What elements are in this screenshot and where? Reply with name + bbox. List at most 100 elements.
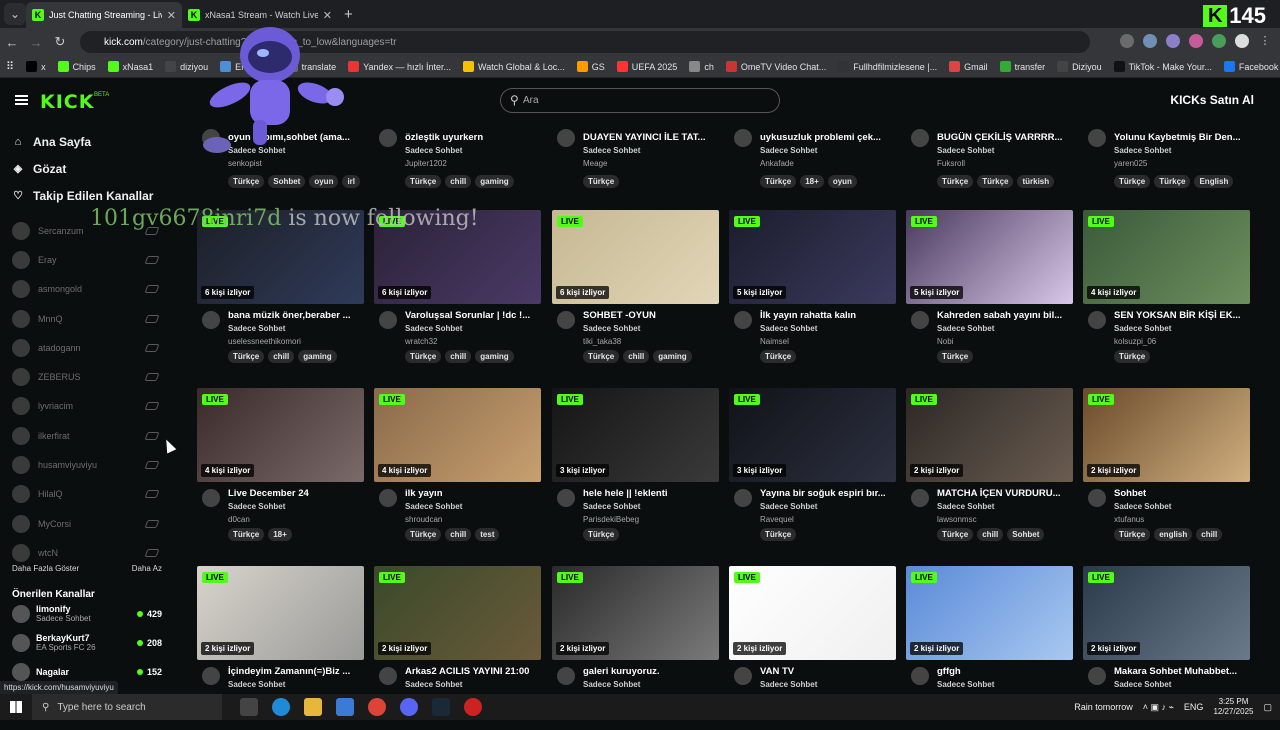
stream-thumbnail[interactable]: LIVE 2 kişi izliyor [374, 566, 541, 660]
stream-card[interactable]: DUAYEN YAYINCI İLE TAT... Sadece Sohbet Me… [552, 122, 719, 192]
tag-chip[interactable]: gaming [475, 350, 514, 363]
language-indicator[interactable]: ENG [1184, 702, 1204, 712]
stream-category[interactable]: Sadece Sohbet [405, 502, 462, 511]
stream-category[interactable]: Sadece Sohbet [937, 146, 994, 155]
streamer-name[interactable]: Ankafade [760, 159, 794, 168]
tag-chip[interactable]: test [475, 528, 500, 541]
url-field[interactable]: kick.com/category/just-chatting?s=...w_h… [80, 31, 1090, 53]
tag-chip[interactable]: gaming [475, 175, 514, 188]
stream-card[interactable]: LIVE 4 kişi izliyor SEN YOKSAN BİR KİŞİ EK… [1083, 210, 1250, 374]
streamer-avatar[interactable] [911, 667, 929, 685]
stream-category[interactable]: Sadece Sohbet [1114, 324, 1171, 333]
followed-channel[interactable]: ZEBERUS [0, 362, 178, 391]
bookmark-item[interactable]: translate [286, 61, 336, 72]
tag-chip[interactable]: english [1154, 528, 1193, 541]
sidebar-nav-item[interactable]: ♡ Takip Edilen Kanallar [0, 182, 178, 209]
streamer-name[interactable]: Ravequel [760, 515, 794, 524]
stream-card[interactable]: uykusuzluk problemi çek... Sadece Sohbet A… [729, 122, 896, 192]
menu-icon[interactable] [15, 95, 28, 105]
stream-title[interactable]: gffgh [937, 666, 1073, 677]
streamer-avatar[interactable] [379, 129, 397, 147]
streamer-name[interactable]: shroudcan [405, 515, 442, 524]
streamer-name[interactable]: senkopist [228, 159, 262, 168]
streamer-name[interactable]: Nobi [937, 337, 953, 346]
followed-channel[interactable]: husamviyuviyu [0, 450, 178, 479]
streamer-name[interactable]: Fuksroll [937, 159, 965, 168]
stream-title[interactable]: Live December 24 [228, 488, 364, 499]
bookmark-item[interactable]: OmeTV Video Chat... [725, 61, 826, 72]
tag-chip[interactable]: Türkçe [937, 175, 974, 188]
stream-title[interactable]: BUGÜN ÇEKİLİŞ VARRRR... [937, 132, 1073, 143]
stream-thumbnail[interactable]: LIVE 2 kişi izliyor [906, 566, 1073, 660]
app-icon[interactable] [464, 698, 482, 716]
stream-category[interactable]: Sadece Sohbet [228, 324, 285, 333]
stream-title[interactable]: özleştik uyurkern [405, 132, 541, 143]
tag-chip[interactable]: irl [342, 175, 361, 188]
bookmark-item[interactable]: Yandex — hızlı İnter... [348, 61, 451, 72]
stream-thumbnail[interactable]: LIVE 2 kişi izliyor [552, 566, 719, 660]
stream-title[interactable]: Kahreden sabah yayını bil... [937, 310, 1073, 321]
streamer-avatar[interactable] [1088, 311, 1106, 329]
stream-thumbnail[interactable]: LIVE 2 kişi izliyor [729, 566, 896, 660]
stream-category[interactable]: Sadece Sohbet [760, 502, 817, 511]
tag-chip[interactable]: Türkçe [1154, 175, 1191, 188]
streamer-avatar[interactable] [379, 667, 397, 685]
tag-chip[interactable]: 18+ [268, 528, 292, 541]
stream-card[interactable]: LIVE 2 kişi izliyor Sohbet Sadece Sohbet xtu… [1083, 388, 1250, 552]
close-icon[interactable]: ✕ [323, 9, 332, 22]
tag-chip[interactable]: chill [268, 350, 295, 363]
streamer-avatar[interactable] [734, 489, 752, 507]
streamer-avatar[interactable] [557, 667, 575, 685]
stream-category[interactable]: Sadece Sohbet [228, 502, 285, 511]
tag-chip[interactable]: Türkçe [228, 350, 265, 363]
bookmark-item[interactable]: x [26, 61, 46, 72]
tag-chip[interactable]: Türkçe [760, 528, 797, 541]
tag-chip[interactable]: Türkçe [1114, 350, 1151, 363]
tag-chip[interactable]: chill [977, 528, 1004, 541]
streamer-avatar[interactable] [734, 667, 752, 685]
stream-title[interactable]: Varoluşsal Sorunlar | !dc !... [405, 310, 541, 321]
streamer-name[interactable]: xtufanus [1114, 515, 1144, 524]
stream-title[interactable]: SOHBET -OYUN [583, 310, 719, 321]
streamer-name[interactable]: uselessneethikomori [228, 337, 301, 346]
show-less-button[interactable]: Daha Az [132, 564, 162, 573]
tab-just-chatting[interactable]: K Just Chatting Streaming - Live S ✕ [26, 2, 182, 28]
tab-xnasa1[interactable]: K xNasa1 Stream - Watch Live on ✕ [182, 2, 338, 28]
followed-channel[interactable]: lyvriacim [0, 392, 178, 421]
stream-thumbnail[interactable]: LIVE 3 kişi izliyor [552, 388, 719, 482]
taskbar-search-input[interactable]: ⚲ Type here to search [32, 694, 222, 720]
tag-chip[interactable]: türkish [1017, 175, 1055, 188]
stream-title[interactable]: VAN TV [760, 666, 896, 677]
store-icon[interactable] [336, 698, 354, 716]
stream-title[interactable]: SEN YOKSAN BİR KİŞİ EK... [1114, 310, 1250, 321]
stream-title[interactable]: hele hele || !eklenti [583, 488, 719, 499]
clock[interactable]: 3:25 PM 12/27/2025 [1213, 697, 1253, 717]
stream-title[interactable]: İçindeyim Zamanın(=)Biz ... [228, 666, 364, 677]
streamer-avatar[interactable] [1088, 489, 1106, 507]
show-more-button[interactable]: Daha Fazla Göster [12, 564, 79, 573]
tag-chip[interactable]: Türkçe [937, 528, 974, 541]
followed-channel[interactable]: HilalQ [0, 480, 178, 509]
stream-title[interactable]: bana müzik öner,beraber ... [228, 310, 364, 321]
stream-thumbnail[interactable]: LIVE 6 kişi izliyor [552, 210, 719, 304]
forward-button[interactable]: → [24, 35, 48, 50]
stream-category[interactable]: Sadece Sohbet [583, 146, 640, 155]
tag-chip[interactable]: Türkçe [405, 175, 442, 188]
tag-chip[interactable]: Türkçe [405, 528, 442, 541]
stream-category[interactable]: Sadece Sohbet [937, 680, 994, 689]
tag-chip[interactable]: 18+ [800, 175, 824, 188]
streamer-avatar[interactable] [911, 129, 929, 147]
chrome-icon[interactable] [368, 698, 386, 716]
stream-title[interactable]: MATCHA İÇEN VURDURU... [937, 488, 1073, 499]
back-button[interactable]: ← [0, 35, 24, 50]
streamer-avatar[interactable] [202, 489, 220, 507]
stream-card[interactable]: LIVE 6 kişi izliyor Varoluşsal Sorunlar | … [374, 210, 541, 374]
new-tab-button[interactable]: + [344, 6, 353, 23]
sidebar-nav-item[interactable]: ⌂ Ana Sayfa [0, 128, 178, 155]
streamer-avatar[interactable] [202, 129, 220, 147]
stream-card[interactable]: LIVE 6 kişi izliyor SOHBET -OYUN Sadece Soh… [552, 210, 719, 374]
streamer-avatar[interactable] [202, 667, 220, 685]
tag-chip[interactable]: Türkçe [583, 528, 620, 541]
stream-thumbnail[interactable]: LIVE 4 kişi izliyor [374, 388, 541, 482]
streamer-name[interactable]: Naimsel [760, 337, 789, 346]
